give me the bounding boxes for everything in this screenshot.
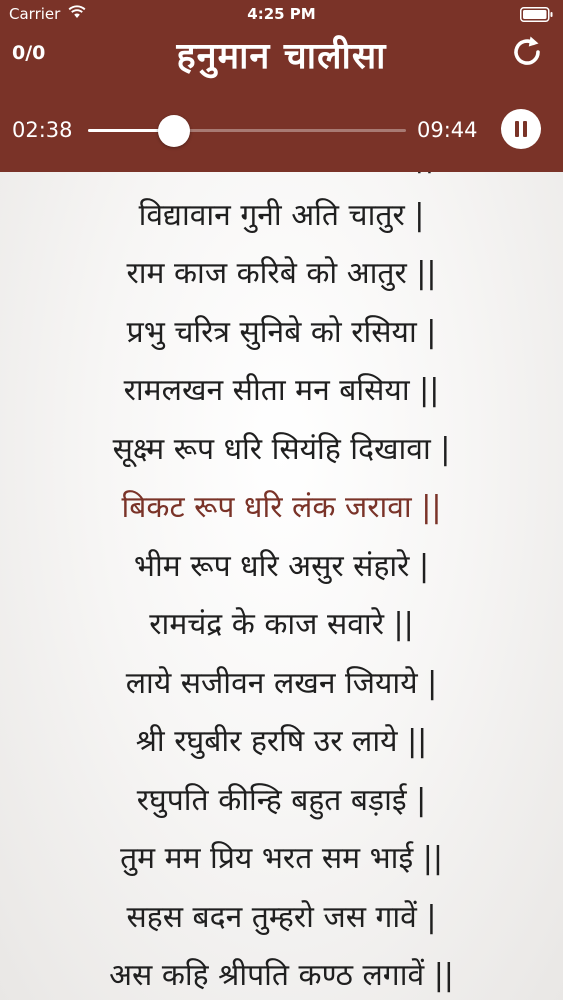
lyric-line: रामलखन सीता मन बसिया || [123,373,440,408]
lyric-line-current: बिकट रूप धरि लंक जरावा || [121,490,442,525]
lyric-line: भीम रूप धरि असुर संहारे | [133,548,430,584]
slider-thumb[interactable] [157,115,190,147]
pause-icon [515,121,519,137]
lyric-line: सहस बदन तुम्हरो जस गावें | [126,899,437,935]
elapsed-time: 02:38 [12,118,73,142]
lyric-line: रामचंद्र के काज सवारे || [149,607,414,642]
lyric-line: श्री रघुबीर हरषि उर लाये || [135,724,428,759]
lyric-line: लाये सजीवन लखन जियाये | [125,665,438,701]
refresh-icon[interactable] [509,34,545,70]
lyrics-list: तेज प्रताप महा जग बन्दन || विद्यावान गुनी… [0,172,563,1000]
lyric-line: अस कहि श्रीपति कण्ठ लगावें || [109,958,454,993]
header-bar: Carrier 4:25 PM 0/0 हनुमान चालीसा 02:38 … [0,0,563,172]
lyric-line: तेज प्रताप महा जग बन्दन || [0,172,563,187]
pause-button[interactable] [501,109,541,149]
lyric-line: रघुपति कीन्हि बहुत बड़ाई | [136,782,427,818]
lyric-line: तुम मम प्रिय भरत सम भाई || [120,841,443,876]
battery-icon [520,7,553,22]
total-time: 09:44 [417,118,478,142]
lyric-line: प्रभु चरित्र सुनिबे को रसिया | [126,314,437,350]
pause-icon [523,121,527,137]
progress-slider[interactable] [88,113,406,149]
lyric-line: सूक्ष्म रूप धरि सियंहि दिखावा | [112,431,451,467]
status-bar: Carrier 4:25 PM [0,0,563,30]
lyric-line: विद्यावान गुनी अति चातुर | [138,197,425,233]
status-time: 4:25 PM [247,5,316,23]
page-title: हनुमान चालीसा [176,36,387,77]
lyrics-view[interactable]: तेज प्रताप महा जग बन्दन || विद्यावान गुनी… [0,172,563,1000]
lyric-line: राम काज करिबे को आतुर || [126,256,437,291]
